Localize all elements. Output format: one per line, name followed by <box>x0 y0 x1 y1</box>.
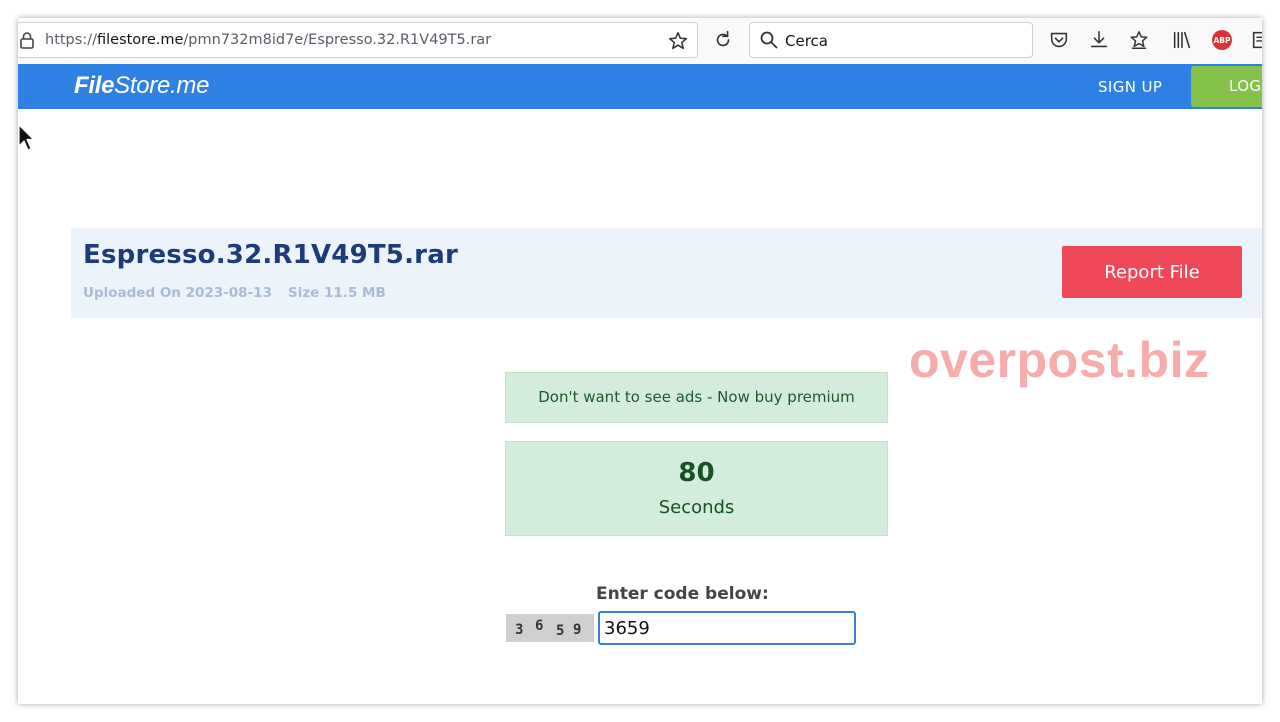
captcha-digit: 6 <box>535 618 544 634</box>
download-icon[interactable] <box>1088 29 1110 51</box>
countdown-timer: 80 Seconds <box>505 441 888 536</box>
bookmarks-star-icon[interactable] <box>1128 29 1150 51</box>
site-header: FileStore.me SIGN UP LOGIN <box>18 64 1262 109</box>
captcha-digit: 9 <box>573 622 582 638</box>
premium-promo[interactable]: Don't want to see ads - Now buy premium <box>505 372 888 423</box>
browser-toolbar: https://filestore.me/pmn732m8id7e/Espres… <box>18 18 1262 65</box>
pocket-icon[interactable] <box>1048 29 1070 51</box>
browser-window: https://filestore.me/pmn732m8id7e/Espres… <box>18 18 1262 704</box>
site-logo[interactable]: FileStore.me <box>74 72 209 100</box>
address-bar[interactable]: https://filestore.me/pmn732m8id7e/Espres… <box>18 22 698 58</box>
file-size: Size 11.5 MB <box>287 285 386 301</box>
logo-bold: File <box>74 72 115 99</box>
adblock-plus-icon[interactable]: ABP <box>1212 30 1232 50</box>
upload-date: Uploaded On 2023-08-13 <box>83 285 272 301</box>
timer-value: 80 <box>678 458 715 488</box>
url-host: filestore.me <box>96 32 184 48</box>
file-meta: Uploaded On 2023-08-13 Size 11.5 MB <box>83 285 386 301</box>
login-button[interactable]: LOGIN <box>1191 66 1262 107</box>
watermark: overpost.biz <box>909 332 1210 388</box>
captcha-image: 3 6 5 9 <box>506 614 594 642</box>
report-file-button[interactable]: Report File <box>1062 246 1242 298</box>
captcha-digit: 5 <box>556 623 565 639</box>
captcha-code-input[interactable] <box>598 611 856 645</box>
url-scheme: https:// <box>45 32 97 48</box>
file-name: Espresso.32.R1V49T5.rar <box>83 240 458 270</box>
file-info-bar: Espresso.32.R1V49T5.rar Uploaded On 2023… <box>71 228 1262 318</box>
library-icon[interactable] <box>1171 29 1193 51</box>
search-icon <box>760 31 778 49</box>
url-path: /pmn732m8id7e/Espresso.32.R1V49T5.rar <box>183 32 492 48</box>
lock-icon <box>20 32 34 49</box>
captcha-digit: 3 <box>515 622 524 638</box>
reader-icon[interactable] <box>1250 29 1262 51</box>
url-text[interactable]: https://filestore.me/pmn732m8id7e/Espres… <box>45 32 491 48</box>
captcha-label: Enter code below: <box>596 584 769 604</box>
timer-unit: Seconds <box>658 497 735 518</box>
search-bar[interactable]: Cerca <box>749 22 1033 58</box>
bookmark-star-icon[interactable] <box>667 30 689 52</box>
signup-link[interactable]: SIGN UP <box>1098 78 1162 96</box>
mouse-cursor-icon <box>18 124 34 151</box>
search-placeholder: Cerca <box>785 32 828 50</box>
logo-rest: Store.me <box>114 72 210 99</box>
reload-icon[interactable] <box>712 29 734 51</box>
